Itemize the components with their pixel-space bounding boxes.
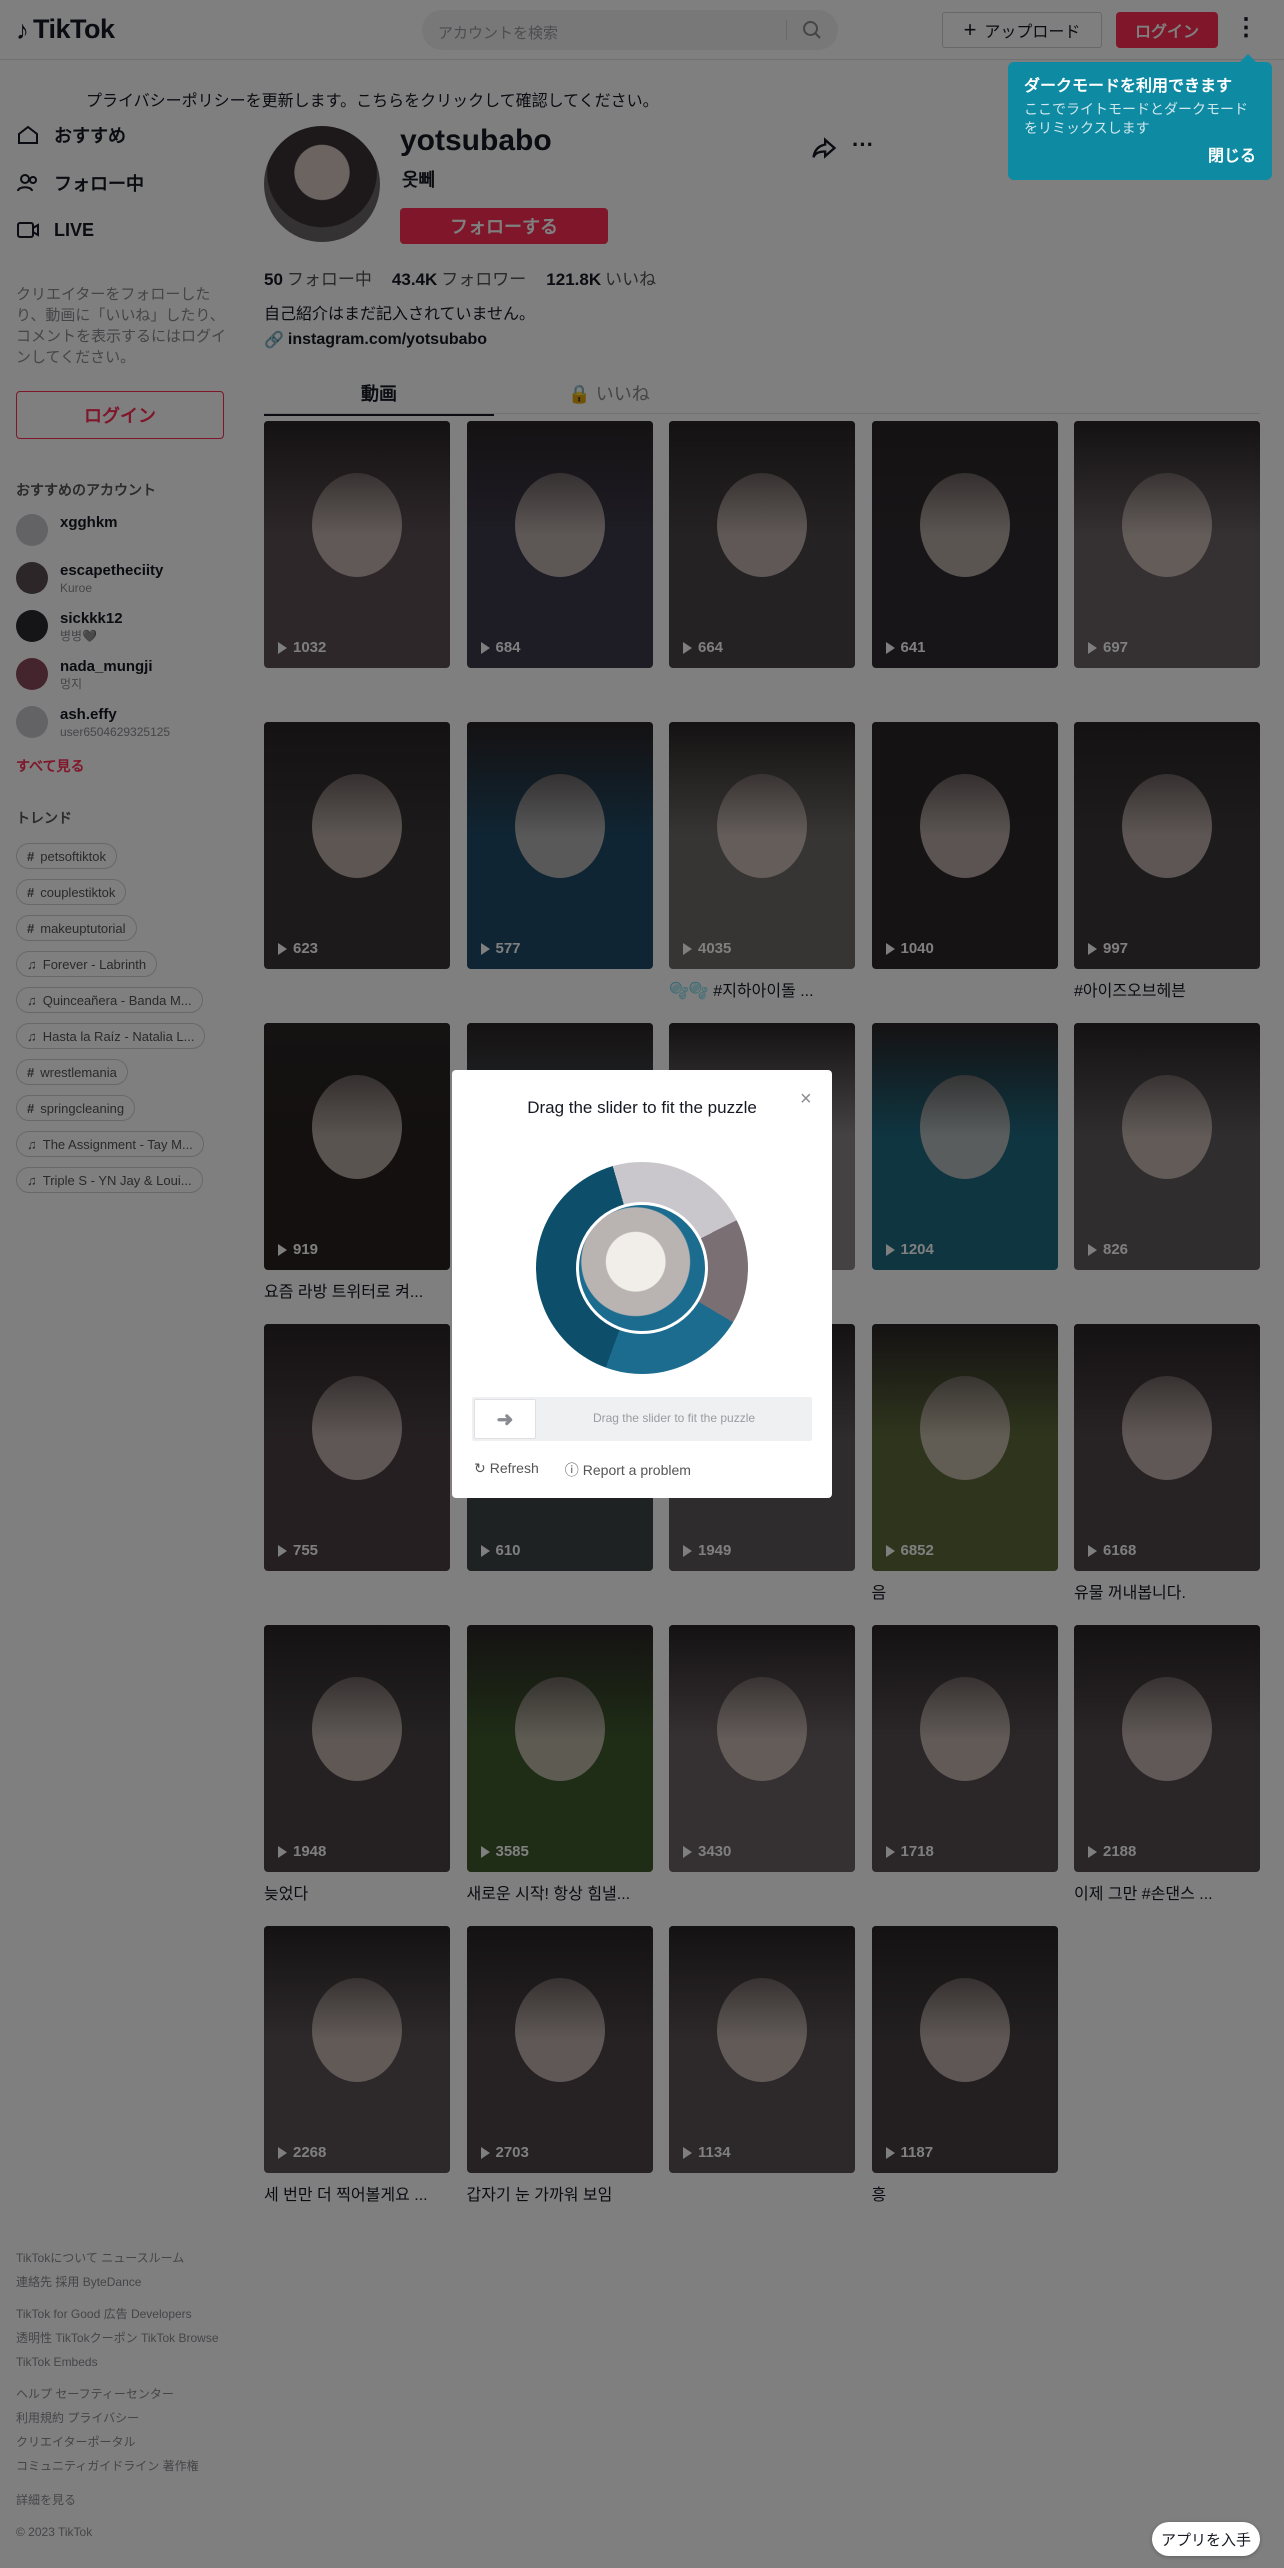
captcha-footer: ↻ Refresh ⓘ Report a problem [474, 1460, 691, 1480]
tooltip-close-button[interactable]: 閉じる [1208, 142, 1256, 166]
refresh-button[interactable]: ↻ Refresh [474, 1460, 539, 1480]
dark-mode-tooltip: ダークモードを利用できます ここでライトモードとダークモードをリミックスします … [1008, 54, 1272, 180]
tooltip-arrow [1240, 54, 1256, 62]
info-icon: ⓘ [564, 1462, 579, 1478]
captcha-puzzle-image [536, 1162, 748, 1374]
get-app-button[interactable]: アプリを入手 [1152, 2522, 1260, 2556]
close-icon[interactable]: × [800, 1088, 812, 1111]
tooltip-description: ここでライトモードとダークモードをリミックスします [1024, 101, 1248, 136]
captcha-puzzle-piece [576, 1202, 708, 1334]
report-problem-button[interactable]: ⓘ Report a problem [565, 1460, 691, 1480]
arrow-right-icon: ➜ [496, 1408, 514, 1431]
captcha-title: Drag the slider to fit the puzzle [527, 1098, 757, 1117]
captcha-slider-handle[interactable]: ➜ [474, 1399, 536, 1439]
captcha-slider-track[interactable]: ➜ Drag the slider to fit the puzzle [472, 1397, 812, 1441]
captcha-slider-hint: Drag the slider to fit the puzzle [592, 1411, 756, 1425]
tooltip-title: ダークモードを利用できます [1024, 78, 1233, 95]
refresh-icon: ↻ [474, 1460, 486, 1476]
captcha-modal: Drag the slider to fit the puzzle × ➜ Dr… [452, 1070, 832, 1498]
